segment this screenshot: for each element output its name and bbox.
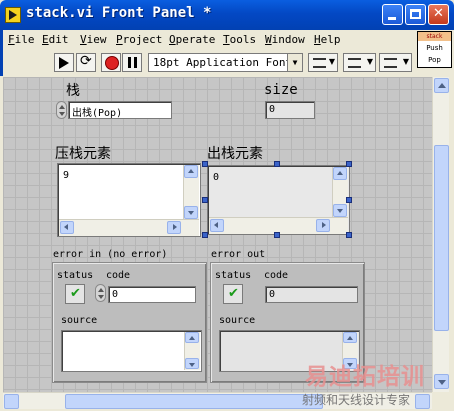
error-out-code-label: code <box>264 270 289 281</box>
menu-help[interactable]: Help <box>314 33 341 46</box>
watermark-tagline: 射频和天线设计专家 <box>302 393 411 407</box>
error-out-code-indicator: 0 <box>265 286 358 303</box>
scroll-right-icon[interactable] <box>167 221 181 234</box>
menu-edit[interactable]: Edit <box>42 33 69 46</box>
error-in-code-field[interactable]: 0 <box>108 286 196 303</box>
selection-handle[interactable] <box>274 232 280 238</box>
scroll-down-icon[interactable] <box>184 206 198 219</box>
scroll-up-icon[interactable] <box>185 332 199 343</box>
selection-handle[interactable] <box>202 197 208 203</box>
resize-objects-button[interactable]: ▼ <box>379 53 412 72</box>
selection-handle[interactable] <box>346 197 352 203</box>
vi-icon-line2: Pop <box>428 56 441 64</box>
run-arrow-icon[interactable] <box>54 53 74 72</box>
error-in-status-button[interactable]: ✔ <box>65 284 85 304</box>
align-objects-button[interactable]: ▼ <box>308 53 338 72</box>
error-in-source-label: source <box>61 315 98 326</box>
menu-project[interactable]: Project <box>116 33 162 46</box>
error-in-cluster[interactable]: status code ✔ 0 source <box>52 262 207 383</box>
size-label: size <box>264 82 298 98</box>
pause-icon[interactable] <box>122 53 142 72</box>
distribute-objects-button[interactable]: ▼ <box>343 53 376 72</box>
scroll-up-icon[interactable] <box>343 332 357 343</box>
scroll-down-icon[interactable] <box>333 204 347 217</box>
menu-operate[interactable]: Operate <box>169 33 215 46</box>
labview-app-icon[interactable] <box>5 7 21 23</box>
numeric-increment-icon[interactable] <box>95 284 106 302</box>
error-out-label: error out <box>211 249 266 260</box>
checkmark-icon: ✔ <box>70 286 81 301</box>
selection-handle[interactable] <box>346 232 352 238</box>
panel-vertical-scrollbar[interactable] <box>432 77 449 392</box>
selection-handle[interactable] <box>274 161 280 167</box>
vi-icon-line1: Push <box>426 44 443 52</box>
error-in-label: error in (no error) <box>53 249 168 260</box>
scroll-thumb[interactable] <box>434 145 449 331</box>
scroll-down-icon[interactable] <box>185 358 199 369</box>
source-scrollbar[interactable] <box>184 332 200 370</box>
scroll-right-icon[interactable] <box>316 219 330 232</box>
font-select-value: 18pt Application Font <box>153 56 293 69</box>
scroll-up-icon[interactable] <box>184 165 198 178</box>
scroll-down-icon[interactable] <box>434 374 449 389</box>
pop-element-label: 出栈元素 <box>207 146 263 162</box>
scroll-left-icon[interactable] <box>4 394 19 409</box>
error-out-status-label: status <box>215 270 252 281</box>
scroll-up-icon[interactable] <box>333 167 347 180</box>
menu-view[interactable]: View <box>80 33 107 46</box>
error-out-status-led: ✔ <box>223 284 243 304</box>
maximize-icon <box>410 9 421 19</box>
minimize-icon <box>388 17 396 20</box>
ring-increment-icon[interactable] <box>56 101 67 119</box>
selection-handle[interactable] <box>202 232 208 238</box>
vi-icon-header: stack <box>418 32 451 41</box>
align-icon <box>313 58 326 68</box>
menu-tools[interactable]: Tools <box>223 33 256 46</box>
scroll-left-icon[interactable] <box>60 221 74 234</box>
error-in-status-label: status <box>57 270 94 281</box>
error-out-source-label: source <box>219 315 256 326</box>
distribute-icon <box>348 58 361 68</box>
abort-execution-icon[interactable] <box>101 53 121 72</box>
size-indicator: 0 <box>265 101 315 119</box>
push-element-control[interactable]: 9 <box>57 163 201 237</box>
scroll-thumb[interactable] <box>65 394 323 409</box>
push-horizontal-scrollbar[interactable] <box>59 219 199 236</box>
scroll-left-icon[interactable] <box>210 219 224 232</box>
font-select[interactable]: 18pt Application Font ▼ <box>148 53 303 72</box>
watermark-logo: 易迪拓培训 <box>305 364 425 390</box>
error-in-source-field[interactable] <box>61 330 202 372</box>
pop-vertical-scrollbar[interactable] <box>332 167 348 218</box>
push-element-value: 9 <box>63 170 70 181</box>
menu-file[interactable]: File <box>8 33 35 46</box>
run-continuously-icon[interactable] <box>76 53 96 72</box>
selection-handle[interactable] <box>202 161 208 167</box>
pop-element-value: 0 <box>213 172 220 183</box>
resize-icon <box>384 58 397 68</box>
maximize-button[interactable] <box>405 4 426 25</box>
scroll-up-icon[interactable] <box>434 78 449 93</box>
close-icon: ✕ <box>433 6 444 21</box>
window-title: stack.vi Front Panel * <box>26 5 212 21</box>
checkmark-icon: ✔ <box>228 286 239 301</box>
stack-operation-ring[interactable]: 出栈(Pop) <box>68 101 172 119</box>
push-vertical-scrollbar[interactable] <box>183 165 199 220</box>
scroll-right-icon[interactable] <box>415 394 430 409</box>
pop-element-indicator[interactable]: 0 <box>207 165 350 235</box>
vi-icon[interactable]: stack Push Pop <box>417 31 452 68</box>
minimize-button[interactable] <box>382 4 403 25</box>
close-button[interactable]: ✕ <box>428 4 449 25</box>
menu-window[interactable]: Window <box>265 33 305 46</box>
push-element-label: 压栈元素 <box>55 146 111 162</box>
selection-handle[interactable] <box>346 161 352 167</box>
error-in-code-label: code <box>106 270 131 281</box>
stack-label: 栈 <box>66 83 80 99</box>
chevron-down-icon: ▼ <box>287 54 302 71</box>
